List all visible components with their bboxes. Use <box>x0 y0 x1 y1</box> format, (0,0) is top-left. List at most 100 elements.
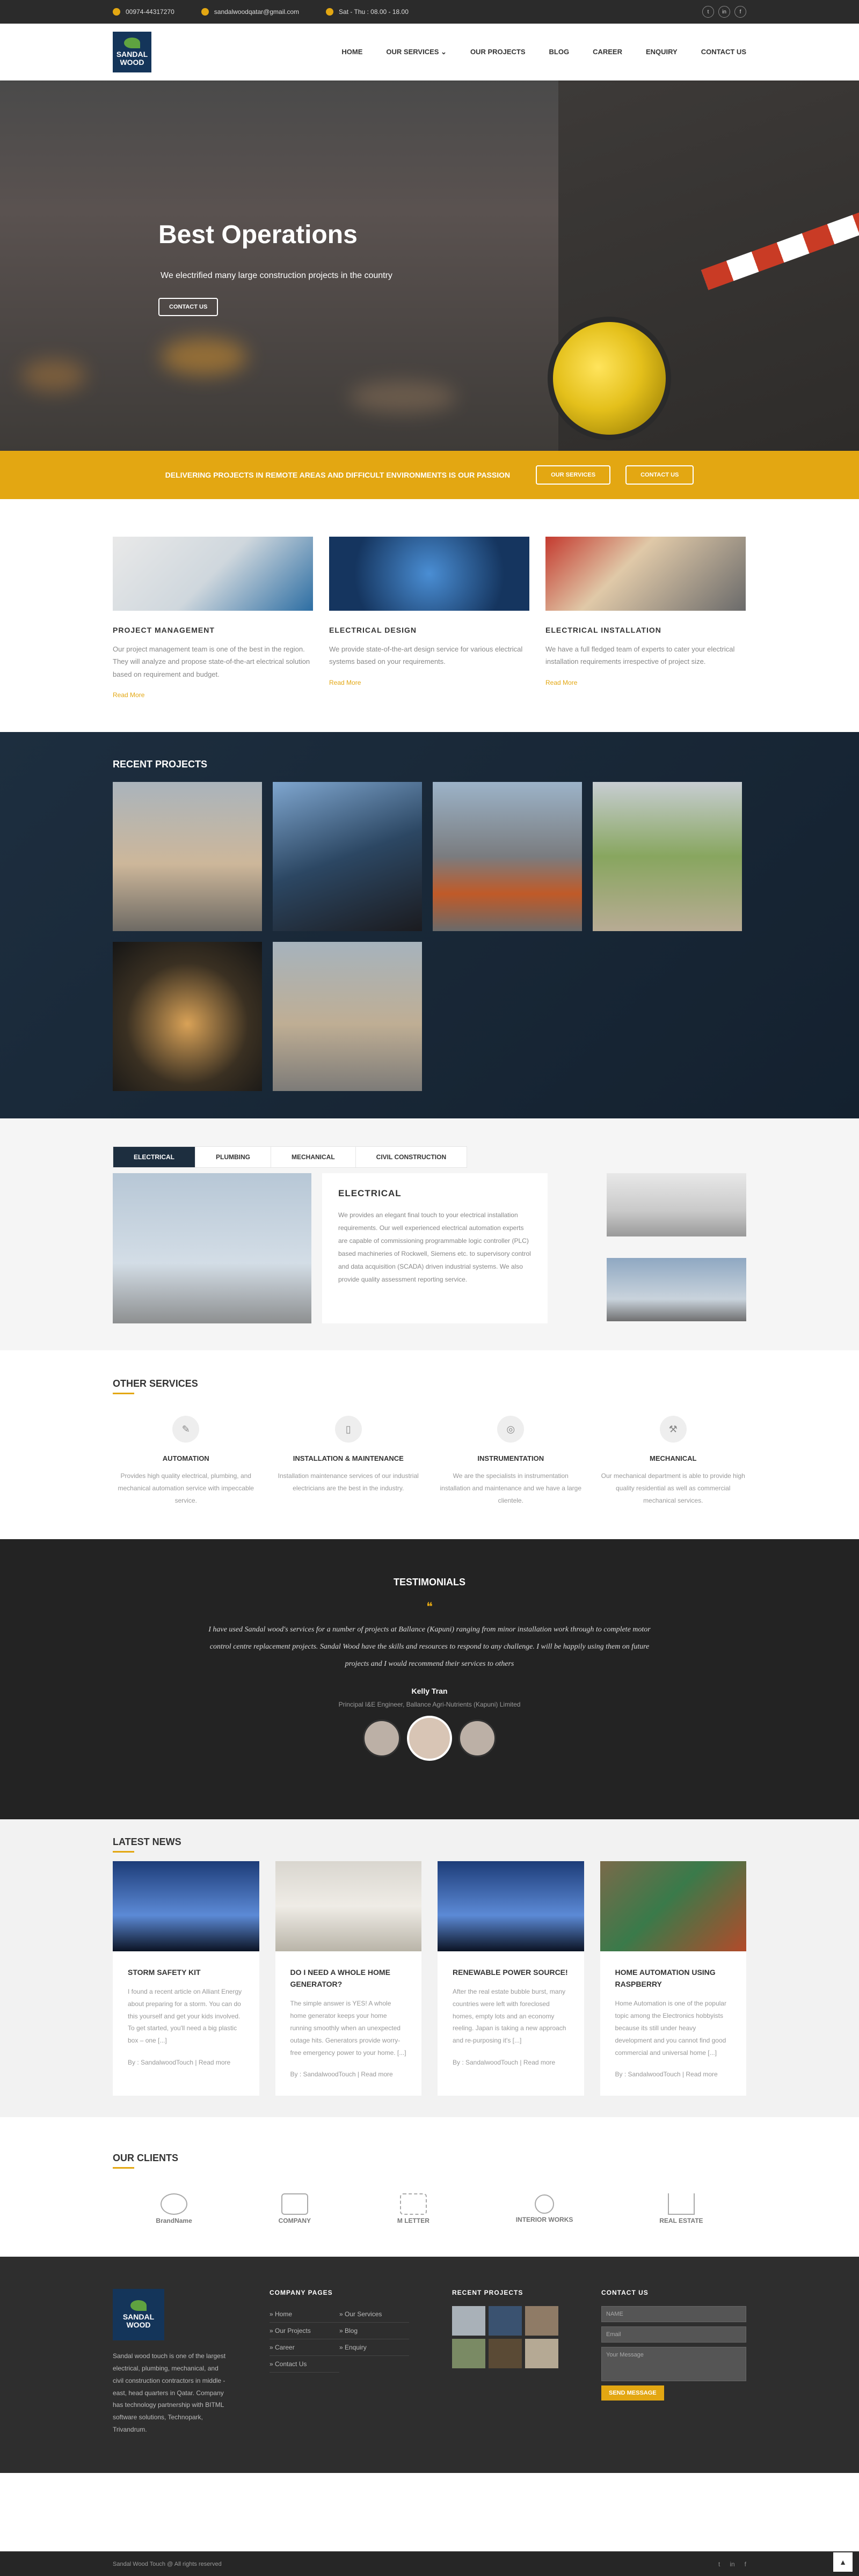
news-image[interactable] <box>113 1861 259 1951</box>
nav-our-projects[interactable]: OUR PROJECTS <box>470 48 526 56</box>
send-message-button[interactable]: SEND MESSAGE <box>601 2385 664 2401</box>
twitter-icon[interactable]: t <box>718 2560 720 2568</box>
project-image[interactable] <box>113 942 262 1092</box>
service-text: We provide state-of-the-art design servi… <box>329 645 523 666</box>
service-title: ELECTRICAL INSTALLATION <box>545 626 661 634</box>
site-header: SANDAL WOOD HOME OUR SERVICES ⌄ OUR PROJ… <box>0 24 859 80</box>
avatar-active[interactable] <box>407 1716 452 1761</box>
news-title[interactable]: HOME AUTOMATION USING RASPBERRY <box>615 1966 732 1990</box>
latest-news-section: LATEST NEWS STORM SAFETY KIT I found a r… <box>0 1819 859 2118</box>
copyright-bar: Sandal Wood Touch @ All rights reserved … <box>0 2551 859 2576</box>
linkedin-icon[interactable]: in <box>730 2560 734 2568</box>
hero-light-glow <box>161 338 247 376</box>
footer-project-thumb[interactable] <box>489 2306 522 2336</box>
title-underline <box>113 1393 134 1395</box>
tab-civil-construction[interactable]: CIVIL CONSTRUCTION <box>355 1146 468 1168</box>
nav-blog[interactable]: BLOG <box>549 48 570 56</box>
hero-contact-button[interactable]: CONTACT US <box>158 298 219 316</box>
logo[interactable]: SANDAL WOOD <box>113 32 151 72</box>
email-info[interactable]: sandalwoodqatar@gmail.com <box>201 8 299 16</box>
client-logo[interactable]: REAL ESTATE <box>659 2193 703 2224</box>
linkedin-icon[interactable]: in <box>718 6 730 18</box>
client-logo[interactable]: INTERIOR WORKS <box>516 2194 573 2223</box>
client-logo[interactable]: COMPANY <box>279 2193 311 2224</box>
news-image[interactable] <box>438 1861 584 1951</box>
footer-link-services[interactable]: » Our Services <box>339 2306 409 2323</box>
other-services-title: OTHER SERVICES <box>113 1378 198 1389</box>
footer-recent-projects: RECENT PROJECTS <box>452 2289 558 2436</box>
footer-link-career[interactable]: » Career <box>270 2339 339 2357</box>
title-underline <box>113 1850 134 1853</box>
footer-link-enquiry[interactable]: » Enquiry <box>339 2339 409 2357</box>
client-name: REAL ESTATE <box>659 2217 703 2225</box>
nav-home[interactable]: HOME <box>341 48 362 56</box>
avatar[interactable] <box>458 1719 496 1758</box>
news-image[interactable] <box>600 1861 746 1951</box>
footer-link-projects[interactable]: » Our Projects <box>270 2323 339 2340</box>
footer-link-home[interactable]: » Home <box>270 2306 339 2323</box>
email-address[interactable]: sandalwoodqatar@gmail.com <box>214 8 299 16</box>
logo-line1: SANDAL <box>122 2312 155 2321</box>
footer-link-blog[interactable]: » Blog <box>339 2323 409 2340</box>
news-title[interactable]: DO I NEED A WHOLE HOME GENERATOR? <box>290 1966 407 1990</box>
footer-link-contact[interactable]: » Contact Us <box>270 2356 339 2373</box>
tab-thumbnail[interactable] <box>607 1258 746 1322</box>
our-services-button[interactable]: OUR SERVICES <box>536 465 611 485</box>
project-image[interactable] <box>433 782 582 932</box>
footer-project-thumb[interactable] <box>525 2339 558 2369</box>
email-input[interactable]: Email <box>601 2326 746 2343</box>
tab-plumbing[interactable]: PLUMBING <box>195 1146 271 1168</box>
project-image[interactable] <box>593 782 742 932</box>
project-image[interactable] <box>273 942 422 1092</box>
footer-project-thumb[interactable] <box>452 2306 485 2336</box>
client-mark-icon <box>535 2194 555 2214</box>
client-logo[interactable]: M LETTER <box>397 2193 430 2224</box>
other-service-item: ✎ AUTOMATION Provides high quality elect… <box>113 1416 259 1506</box>
footer-contact: CONTACT US NAME Email Your Message SEND … <box>601 2289 746 2436</box>
testimonial-avatars <box>0 1716 859 1761</box>
project-image[interactable] <box>113 782 262 932</box>
footer-project-thumb[interactable] <box>452 2339 485 2369</box>
facebook-icon[interactable]: f <box>745 2560 746 2568</box>
banner-contact-button[interactable]: CONTACT US <box>625 465 694 485</box>
read-more-link[interactable]: Read More <box>545 679 577 686</box>
client-mark-icon <box>399 2193 427 2215</box>
top-bar: 00974-44317270 sandalwoodqatar@gmail.com… <box>0 0 859 24</box>
tab-electrical[interactable]: ELECTRICAL <box>113 1146 195 1168</box>
project-image[interactable] <box>273 782 422 932</box>
service-card: PROJECT MANAGEMENT Our project managemen… <box>113 537 313 700</box>
read-more-link[interactable]: Read More <box>113 691 144 699</box>
news-meta[interactable]: By : SandalwoodTouch | Read more <box>128 2057 244 2069</box>
twitter-icon[interactable]: t <box>702 6 714 18</box>
nav-our-services[interactable]: OUR SERVICES ⌄ <box>386 48 447 56</box>
tab-mechanical[interactable]: MECHANICAL <box>271 1146 356 1168</box>
news-meta[interactable]: By : SandalwoodTouch | Read more <box>290 2068 407 2081</box>
message-input[interactable]: Your Message <box>601 2347 746 2382</box>
nav-enquiry[interactable]: ENQUIRY <box>646 48 678 56</box>
news-title[interactable]: STORM SAFETY KIT <box>128 1966 244 1978</box>
office-hours: Sat - Thu : 08.00 - 18.00 <box>339 8 409 16</box>
facebook-icon[interactable]: f <box>734 6 746 18</box>
other-services-section: OTHER SERVICES ✎ AUTOMATION Provides hig… <box>0 1350 859 1539</box>
footer-logo[interactable]: SANDAL WOOD <box>113 2289 164 2341</box>
hero-caption: Best Operations We electrified many larg… <box>158 220 392 316</box>
back-to-top-icon[interactable]: ▲ <box>833 2552 853 2572</box>
footer-project-thumb[interactable] <box>525 2306 558 2336</box>
tab-thumbnail[interactable] <box>607 1173 746 1237</box>
other-service-text: Installation maintenance services of our… <box>278 1472 419 1492</box>
other-service-item: ◎ INSTRUMENTATION We are the specialists… <box>438 1416 584 1506</box>
name-input[interactable]: NAME <box>601 2306 746 2323</box>
nav-contact-us[interactable]: CONTACT US <box>701 48 746 56</box>
read-more-link[interactable]: Read More <box>329 679 361 686</box>
news-title[interactable]: RENEWABLE POWER SOURCE! <box>453 1966 569 1978</box>
news-meta[interactable]: By : SandalwoodTouch | Read more <box>615 2068 732 2081</box>
news-image[interactable] <box>275 1861 421 1951</box>
tab-image <box>113 1173 311 1324</box>
news-meta[interactable]: By : SandalwoodTouch | Read more <box>453 2057 569 2069</box>
avatar[interactable] <box>363 1719 401 1758</box>
nav-career[interactable]: CAREER <box>593 48 622 56</box>
logo-line1: SANDAL <box>116 49 148 58</box>
service-image <box>329 537 529 611</box>
client-logo[interactable]: BrandName <box>156 2193 192 2224</box>
footer-project-thumb[interactable] <box>489 2339 522 2369</box>
